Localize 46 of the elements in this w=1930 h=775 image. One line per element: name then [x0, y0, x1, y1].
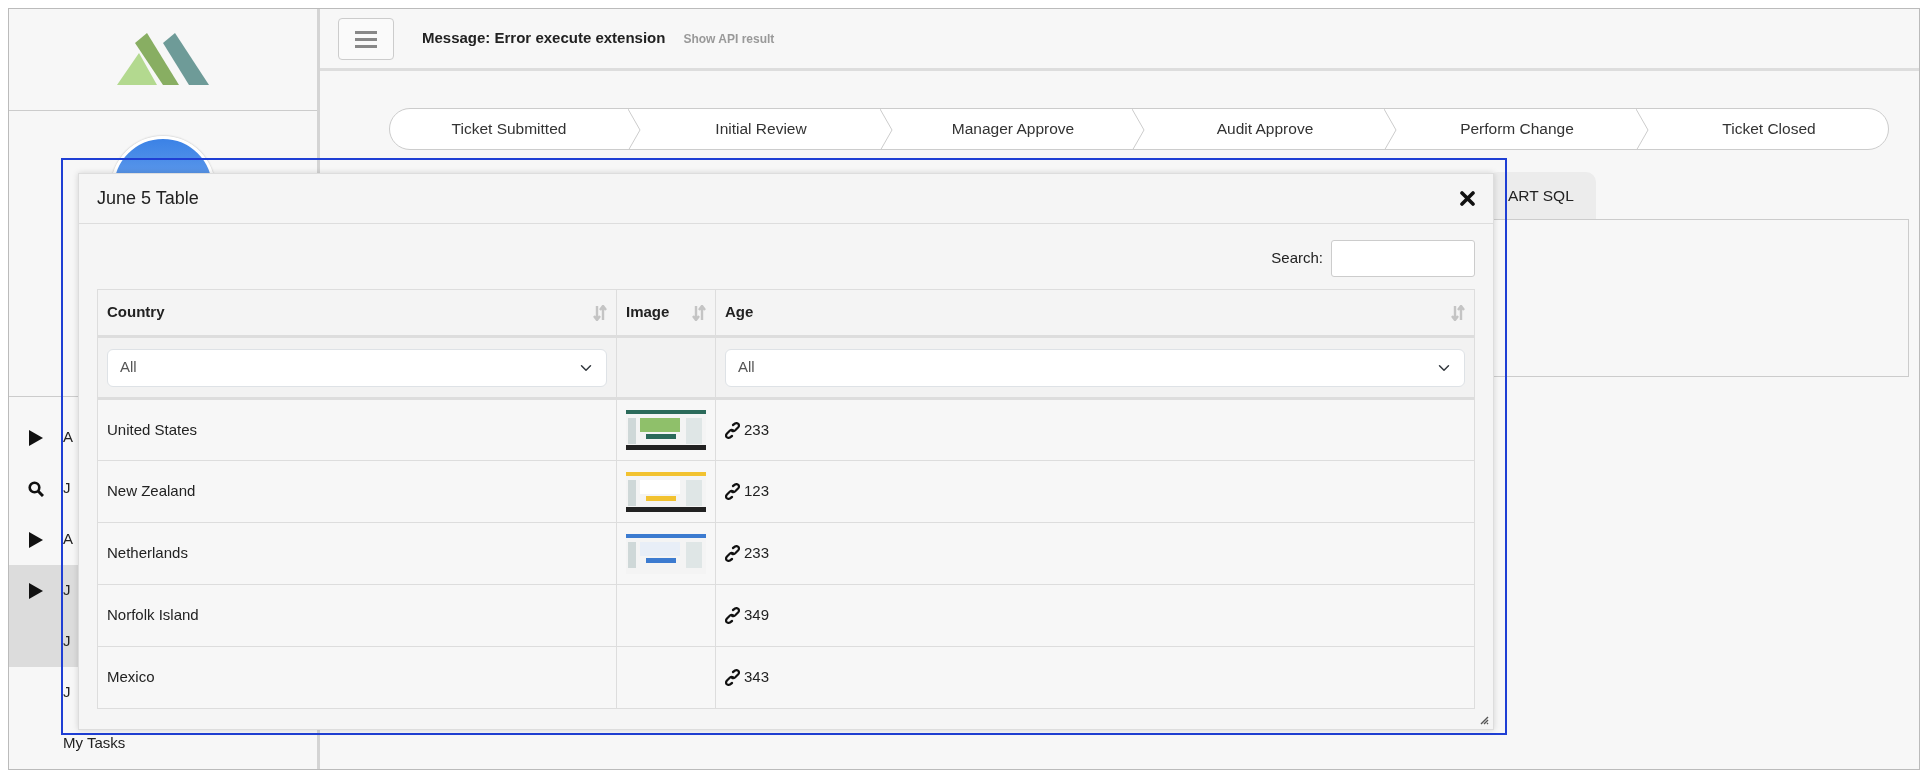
step-label: Perform Change	[1459, 119, 1575, 140]
menu-item[interactable]: J	[63, 579, 71, 602]
step-label: Audit Approve	[1215, 119, 1315, 140]
table-cell: United States	[107, 420, 198, 438]
logo-icon	[117, 33, 209, 86]
play-icon	[29, 582, 43, 599]
column-header[interactable]: Country	[107, 301, 165, 324]
menu-item[interactable]: J	[63, 630, 71, 653]
search-label: Search:	[1271, 248, 1323, 269]
link-icon[interactable]	[725, 669, 740, 686]
menu-icon	[355, 29, 377, 48]
menu-item[interactable]: A	[63, 426, 73, 449]
table-cell-text: 123	[744, 481, 770, 502]
close-icon	[1460, 191, 1475, 206]
step-label: Ticket Submitted	[450, 119, 568, 140]
step-label: Ticket Closed	[1721, 119, 1817, 140]
play-icon	[29, 429, 43, 446]
resize-handle-icon[interactable]	[1480, 716, 1489, 725]
play-icon	[29, 531, 43, 548]
table-cell-text: 343	[744, 667, 770, 688]
table-cell-text: 233	[744, 543, 770, 564]
table-cell: Norfolk Island	[107, 606, 199, 624]
menu-item[interactable]: My Tasks	[63, 732, 126, 755]
link-icon[interactable]	[725, 607, 740, 624]
search-field[interactable]	[1331, 240, 1475, 277]
table-cell: New Zealand	[107, 482, 196, 500]
error-message: Message: Error execute extension	[422, 28, 666, 49]
close-button[interactable]	[1460, 191, 1475, 206]
menu-item[interactable]: J	[63, 681, 71, 704]
search-icon	[28, 480, 44, 497]
table-cell-text: 233	[744, 419, 770, 440]
step-label: Manager Approve	[950, 119, 1076, 140]
step-label: Initial Review	[714, 119, 808, 140]
link-icon[interactable]	[725, 421, 740, 439]
filter-select[interactable]: All	[107, 348, 607, 387]
filter-select[interactable]: All	[725, 348, 1465, 387]
table-cell: Netherlands	[107, 544, 188, 562]
link-icon[interactable]	[725, 483, 740, 500]
column-header[interactable]: Age	[725, 301, 754, 324]
menu-button[interactable]	[338, 17, 394, 60]
modal-title: June 5 Table	[97, 187, 199, 210]
table-cell: Mexico	[107, 668, 155, 686]
menu-item[interactable]: A	[63, 528, 73, 551]
menu-item[interactable]: J	[63, 477, 71, 500]
link-icon[interactable]	[725, 545, 740, 562]
table-cell-text: 349	[744, 605, 770, 626]
